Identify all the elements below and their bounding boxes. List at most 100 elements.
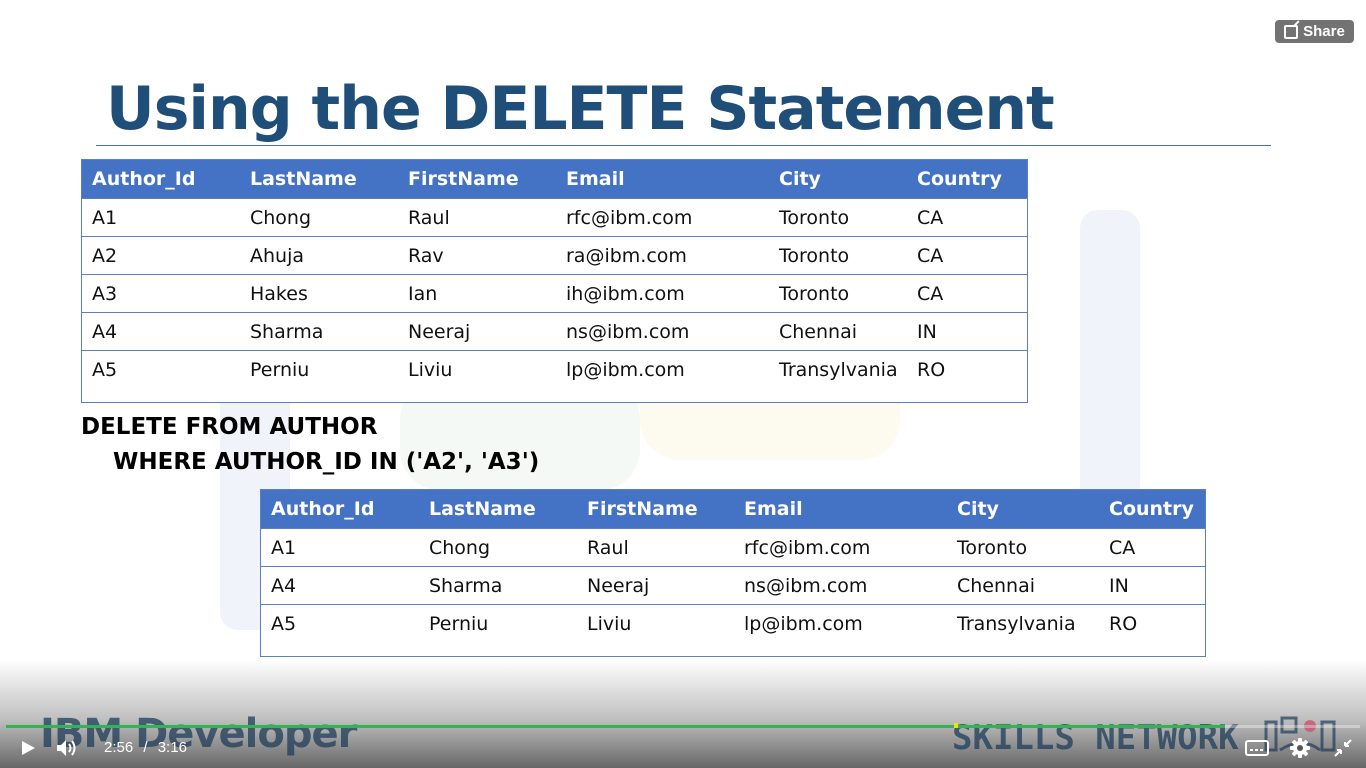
table-cell: Toronto	[779, 206, 850, 229]
volume-icon	[57, 740, 76, 756]
skills-network-logo: SKILLS NETWORK	[952, 718, 1239, 758]
play-button[interactable]	[14, 735, 42, 761]
table-cell: Hakes	[250, 282, 308, 305]
table-cell: ns@ibm.com	[566, 320, 690, 343]
video-slide: Using the DELETE Statement Author_Id Last…	[0, 0, 1366, 768]
table-row: A3 Hakes Ian ih@ibm.com Toronto CA	[82, 274, 1027, 312]
table-cell: CA	[1109, 536, 1136, 559]
column-header: Country	[1109, 498, 1194, 520]
table-cell: CA	[917, 244, 944, 267]
table-cell: RO	[917, 358, 946, 381]
table-cell: Perniu	[429, 612, 489, 635]
author-table-after: Author_Id LastName FirstName Email City Count…	[260, 489, 1206, 657]
table-cell: Perniu	[250, 358, 310, 381]
table-cell: Raul	[587, 536, 629, 559]
duration: 3:16	[157, 739, 187, 756]
column-header: Author_Id	[92, 168, 196, 190]
table-header: Author_Id LastName FirstName Email City Count…	[82, 160, 1027, 198]
table-row: A5 Perniu Liviu lp@ibm.com Transylvania RO	[261, 604, 1205, 642]
table-cell: A1	[92, 206, 118, 229]
share-icon	[1284, 24, 1299, 39]
table-header: Author_Id LastName FirstName Email City Count…	[261, 490, 1205, 528]
table-row: A5 Perniu Liviu lp@ibm.com Transylvania RO	[82, 350, 1027, 388]
progress-bar[interactable]	[6, 725, 1360, 728]
slide-title: Using the DELETE Statement	[106, 74, 1055, 144]
table-cell: Liviu	[587, 612, 632, 635]
column-header: FirstName	[408, 168, 519, 190]
gear-icon	[1290, 738, 1310, 758]
table-cell: A4	[271, 574, 297, 597]
table-cell: A3	[92, 282, 118, 305]
table-cell: A2	[92, 244, 118, 267]
table-cell: ih@ibm.com	[566, 282, 685, 305]
table-cell: ns@ibm.com	[744, 574, 868, 597]
column-header: FirstName	[587, 498, 698, 520]
column-header: LastName	[250, 168, 357, 190]
share-label: Share	[1303, 23, 1345, 40]
table-bottom-padding	[261, 642, 1205, 656]
table-cell: Chong	[429, 536, 491, 559]
sql-line-1: DELETE FROM AUTHOR	[81, 414, 378, 440]
table-cell: A1	[271, 536, 297, 559]
sql-line-2: WHERE AUTHOR_ID IN ('A2', 'A3')	[113, 449, 540, 475]
table-cell: Liviu	[408, 358, 453, 381]
column-header: City	[957, 498, 999, 520]
time-display: 2:56 / 3:16	[104, 739, 187, 756]
exit-fullscreen-icon	[1334, 739, 1352, 757]
table-cell: Sharma	[250, 320, 324, 343]
current-time: 2:56	[104, 739, 134, 756]
table-cell: Ian	[408, 282, 438, 305]
table-cell: IN	[917, 320, 937, 343]
table-cell: lp@ibm.com	[744, 612, 863, 635]
table-cell: Neeraj	[408, 320, 471, 343]
column-header: Email	[744, 498, 803, 520]
table-cell: RO	[1109, 612, 1138, 635]
table-cell: A5	[271, 612, 297, 635]
volume-button[interactable]	[52, 735, 82, 761]
table-cell: rfc@ibm.com	[744, 536, 871, 559]
progress-chapter-marker	[954, 723, 958, 728]
table-bottom-padding	[82, 388, 1027, 402]
table-cell: Rav	[408, 244, 444, 267]
table-cell: rfc@ibm.com	[566, 206, 693, 229]
captions-button[interactable]	[1241, 735, 1273, 761]
settings-button[interactable]	[1285, 735, 1315, 761]
table-cell: ra@ibm.com	[566, 244, 687, 267]
column-header: Author_Id	[271, 498, 375, 520]
table-row: A4 Sharma Neeraj ns@ibm.com Chennai IN	[261, 566, 1205, 604]
table-cell: Toronto	[957, 536, 1028, 559]
table-cell: Transylvania	[779, 358, 898, 381]
progress-bar-fill	[6, 725, 1225, 728]
captions-icon	[1245, 740, 1269, 756]
share-button[interactable]: Share	[1275, 20, 1354, 43]
table-row: A1 Chong Raul rfc@ibm.com Toronto CA	[82, 198, 1027, 236]
column-header: LastName	[429, 498, 536, 520]
table-row: A2 Ahuja Rav ra@ibm.com Toronto CA	[82, 236, 1027, 274]
column-header: City	[779, 168, 821, 190]
table-cell: Chennai	[957, 574, 1036, 597]
table-cell: CA	[917, 282, 944, 305]
table-cell: A5	[92, 358, 118, 381]
table-cell: Raul	[408, 206, 450, 229]
table-cell: CA	[917, 206, 944, 229]
table-cell: Neeraj	[587, 574, 650, 597]
table-cell: Toronto	[779, 244, 850, 267]
author-table-before: Author_Id LastName FirstName Email City Count…	[81, 159, 1028, 403]
table-cell: Chennai	[779, 320, 858, 343]
table-cell: Ahuja	[250, 244, 305, 267]
table-cell: Toronto	[779, 282, 850, 305]
table-cell: Sharma	[429, 574, 503, 597]
time-separator: /	[143, 739, 148, 756]
column-header: Country	[917, 168, 1002, 190]
table-cell: Chong	[250, 206, 312, 229]
play-icon	[22, 741, 35, 755]
table-row: A4 Sharma Neeraj ns@ibm.com Chennai IN	[82, 312, 1027, 350]
table-cell: Transylvania	[957, 612, 1076, 635]
exit-fullscreen-button[interactable]	[1328, 735, 1358, 761]
ibm-developer-logo: IBM Developer	[40, 711, 357, 757]
table-cell: A4	[92, 320, 118, 343]
column-header: Email	[566, 168, 625, 190]
table-row: A1 Chong Raul rfc@ibm.com Toronto CA	[261, 528, 1205, 566]
title-divider	[96, 145, 1271, 146]
table-cell: lp@ibm.com	[566, 358, 685, 381]
